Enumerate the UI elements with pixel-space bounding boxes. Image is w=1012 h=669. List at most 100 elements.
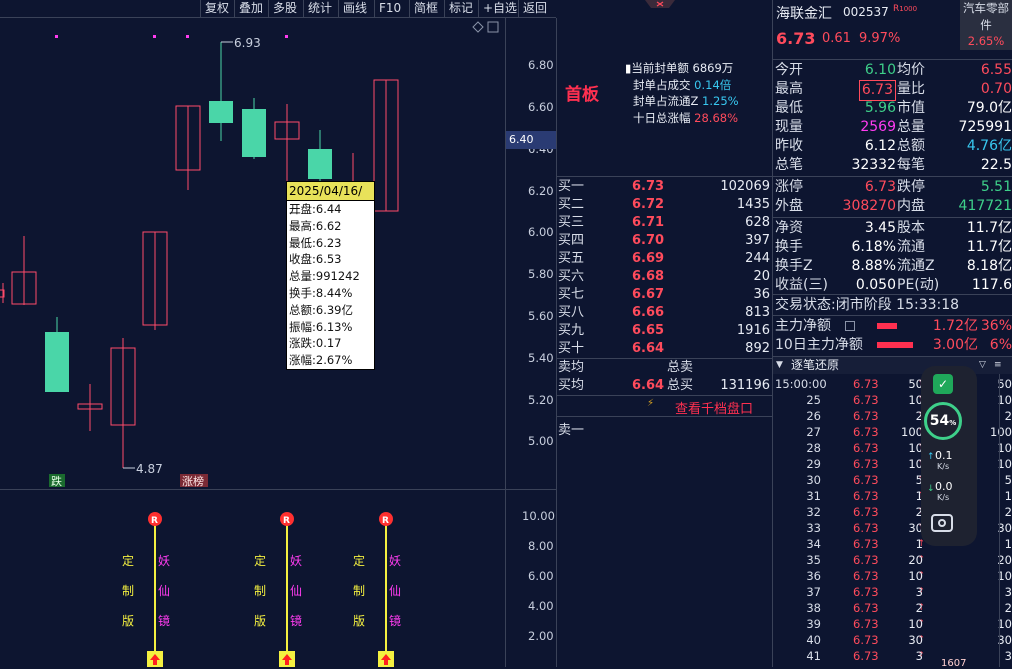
expand-icon[interactable]	[487, 21, 499, 33]
stat-value: 725991	[958, 119, 1012, 135]
filter-icon[interactable]: ▽	[979, 357, 986, 374]
tick-row[interactable]: 326.73↑2	[773, 504, 933, 520]
tick-row[interactable]: 41 6.73 ↑ 3	[773, 648, 933, 664]
indicator-char: 妖	[158, 554, 171, 568]
tooltip-volume: 总量:991242	[289, 269, 360, 284]
stats-button[interactable]: 统计	[303, 0, 336, 17]
bid-row[interactable]: 买一 6.73 102069	[557, 178, 772, 196]
bid-row[interactable]: 买三 6.71 628	[557, 214, 772, 232]
collapse-triangle-icon[interactable]: ▼	[776, 357, 783, 374]
stat-value: 8.88%	[851, 258, 896, 274]
tick-row[interactable]: 266.73↑2	[773, 408, 933, 424]
bid-row[interactable]: 买十 6.64 892	[557, 340, 772, 358]
indicator-char: 定	[353, 554, 366, 568]
add-watchlist-button[interactable]: +自选	[478, 0, 521, 17]
board-stat: 十日总涨幅 28.68%	[633, 110, 739, 125]
indicator-char: 版	[122, 614, 135, 628]
indicator-char: 版	[254, 614, 267, 628]
draw-line-button[interactable]: 画线	[338, 0, 371, 17]
back-button[interactable]: 返回	[518, 0, 551, 17]
buy-avg-row: 买均 6.64 总买 131196	[558, 378, 770, 393]
tick-row[interactable]: 15:00:006.73↑50	[773, 376, 933, 392]
tick-row[interactable]: 39 6.73 ↑ 10	[773, 616, 933, 632]
fuquan-button[interactable]: 复权	[200, 0, 233, 17]
tick-volume-right: 1	[1004, 537, 1012, 551]
tick-row[interactable]: 37 6.73 ↑ 3	[773, 584, 933, 600]
tick-row[interactable]: 296.73↑10	[773, 456, 933, 472]
divider	[773, 176, 1012, 177]
tick-row[interactable]: 38 6.73 ↑ 2	[773, 600, 933, 616]
tick-row[interactable]: 35 6.73 ↑ 20	[773, 552, 933, 568]
tick-row[interactable]: 34 6.73 ↑ 1	[773, 536, 933, 552]
multi-stock-button[interactable]: 多股	[268, 0, 301, 17]
tooltip-open: 开盘:6.44	[289, 202, 342, 216]
tick-row[interactable]: 306.73↑5	[773, 472, 933, 488]
tick-row[interactable]: 36 6.73 ↑ 10	[773, 568, 933, 584]
camera-icon[interactable]	[931, 514, 953, 532]
tick-volume: 10	[908, 569, 923, 583]
indicator-text-a: 定 制 版	[122, 546, 136, 636]
orderbook-panel: 首板 ▮当前封单额 6869万 封单占成交 0.14倍 封单占流通Z 1.25%…	[557, 0, 772, 667]
stat-label: 净资	[775, 220, 803, 236]
menu-icon[interactable]: ≡	[994, 357, 1002, 374]
stat-label: 股本	[897, 220, 925, 236]
sector-box[interactable]: 汽车零部件 2.65%	[960, 0, 1012, 50]
info-icon[interactable]	[845, 321, 855, 331]
bid-row[interactable]: 买五 6.69 244	[557, 250, 772, 268]
board-stats: ▮当前封单额 6869万 封单占成交 0.14倍 封单占流通Z 1.25% 十日…	[625, 60, 772, 126]
speed-widget[interactable]: ✓ 54% ↑ 0.1 K/s ↓ 0.0 K/s	[921, 366, 977, 546]
bid-row[interactable]: 买八 6.66 813	[557, 304, 772, 322]
tick-row[interactable]: 276.73↑100	[773, 424, 933, 440]
overlay-button[interactable]: 叠加	[234, 0, 267, 17]
tick-row[interactable]: 256.73↑10	[773, 392, 933, 408]
tick-volume: 20	[908, 553, 923, 567]
bid-row[interactable]: 买二 6.72 1435	[557, 196, 772, 214]
stat-value: 5.96	[864, 100, 896, 116]
bid-row[interactable]: 买六 6.68 20	[557, 268, 772, 286]
bid-row[interactable]: 买七 6.67 36	[557, 286, 772, 304]
netflow-bar	[877, 342, 913, 348]
speed-gauge: 54%	[924, 402, 962, 440]
tick-volume: 2	[915, 505, 923, 519]
stock-change: 0.61	[822, 31, 851, 46]
tick-volume-right: 10	[997, 441, 1012, 455]
tick-row[interactable]: 40 6.73 ↑ 30	[773, 632, 933, 648]
quote-stat-row: 换手Z 8.88% 流通Z 8.18亿	[773, 257, 1012, 276]
mark-button[interactable]: 标记	[444, 0, 477, 17]
lightning-icon: ⚡	[647, 398, 655, 409]
stat-label: 均价	[897, 62, 925, 78]
stat-label: 收益(三)	[775, 277, 828, 293]
tick-volume-right: 10	[997, 393, 1012, 407]
bid-row[interactable]: 买四 6.70 397	[557, 232, 772, 250]
tick-time: 28	[806, 441, 821, 455]
stat-value: 308270	[842, 198, 896, 214]
view-1000-link[interactable]: 查看千档盘口	[675, 398, 753, 417]
tick-volume: 1	[915, 489, 923, 503]
candle	[308, 149, 332, 179]
f10-button[interactable]: F10	[374, 0, 405, 17]
diamond-icon[interactable]	[472, 21, 484, 33]
candle-tooltip: 2025/04/16/三 开盘:6.44 最高:6.62 最低:6.23 收盘:…	[286, 181, 375, 370]
quote-stat-row: 最低 5.96 市值 79.0亿	[773, 99, 1012, 118]
tick-row[interactable]: 316.73↑1	[773, 488, 933, 504]
indicator-char: 仙	[158, 584, 171, 598]
tick-time: 33	[806, 521, 821, 535]
price-tick: 5.20	[528, 393, 554, 407]
stat-label: 内盘	[897, 198, 925, 214]
bid-row[interactable]: 买九 6.65 1916	[557, 322, 772, 340]
stat-label: 流通	[897, 239, 925, 255]
tick-row[interactable]: 286.73↑10	[773, 440, 933, 456]
divider	[557, 395, 772, 396]
upload-rate: 0.1	[935, 449, 953, 462]
board-stat: 封单占流通Z 1.25%	[633, 94, 739, 108]
tick-volume: 2	[915, 409, 923, 423]
collapse-icon[interactable]	[645, 0, 675, 9]
vol-tick: 6.00	[528, 569, 554, 583]
stat-value: 0.050	[855, 277, 896, 293]
low-label: 4.87	[136, 462, 163, 476]
simple-frame-button[interactable]: 简框	[409, 0, 442, 17]
tick-time: 39	[806, 617, 821, 631]
stat-value: 6.73	[864, 179, 896, 195]
tick-row[interactable]: 336.73↑30	[773, 520, 933, 536]
kline-chart[interactable]: 6.93 4.87 跌 涨榜 R R R	[0, 18, 557, 667]
